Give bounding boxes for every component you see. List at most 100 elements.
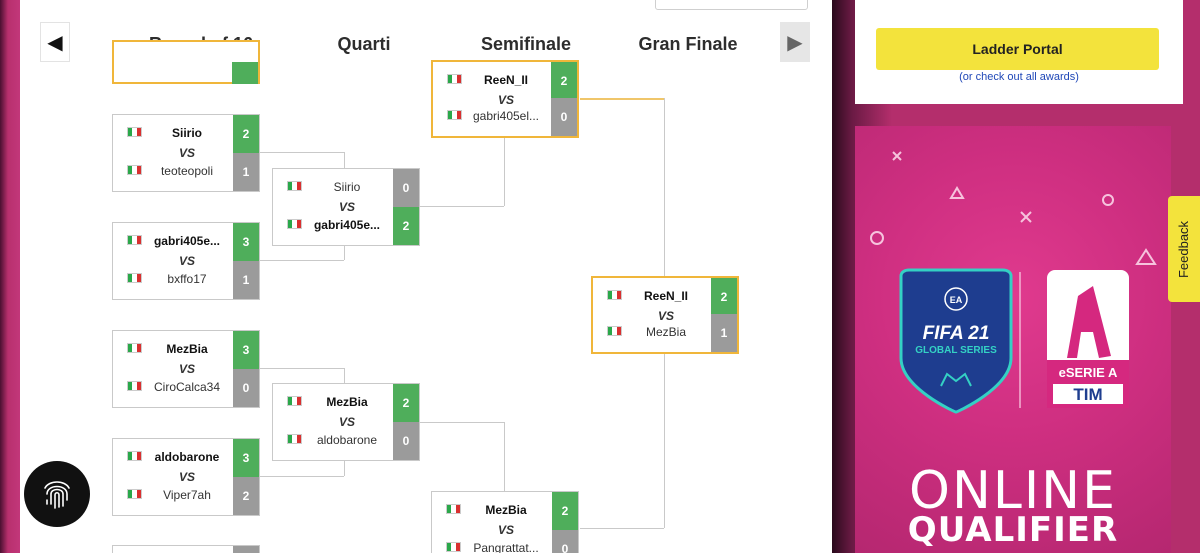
player-name: CiroCalca34 — [153, 380, 221, 394]
bracket-panel: ◀ Round of 16 Quarti Semifinale Gran Fin… — [20, 0, 832, 553]
round-title-quarti: Quarti — [337, 34, 391, 54]
score-badge: 2 — [233, 115, 259, 153]
bracket-line — [580, 528, 664, 529]
score-badge: 3 — [233, 331, 259, 369]
ad-banner[interactable]: EA FIFA 21 GLOBAL SERIES eSERIE A TIM ON… — [855, 126, 1171, 553]
player-name: MezBia — [645, 325, 686, 339]
player-name: Siirio — [333, 180, 361, 194]
round-title-gran-finale: Gran Finale — [638, 34, 738, 54]
circle-icon — [870, 231, 884, 245]
player-name: MezBia — [485, 503, 527, 517]
player-name: bxffo17 — [167, 272, 207, 286]
score-badge: 3 — [233, 439, 259, 477]
triangle-icon — [949, 186, 965, 199]
round-title-semifinale: Semifinale — [480, 34, 572, 54]
score-badge: 0 — [233, 369, 259, 407]
feedback-tab[interactable]: Feedback — [1168, 196, 1200, 302]
bracket-line — [420, 206, 504, 207]
svg-text:GLOBAL SERIES: GLOBAL SERIES — [915, 345, 997, 356]
italy-flag-icon — [446, 542, 461, 552]
italy-flag-icon — [287, 434, 302, 444]
ladder-portal-button[interactable]: Ladder Portal — [876, 28, 1159, 70]
match-card[interactable]: aldobarone 3 VS Viper7ah 2 — [112, 438, 260, 516]
match-card[interactable]: Siirio 2 VS teoteopoli 1 — [112, 114, 260, 192]
player-name: gabri405el... — [472, 109, 540, 123]
score-badge: 2 — [233, 477, 259, 515]
italy-flag-icon — [127, 235, 142, 245]
match-card[interactable]: gabri405e... 3 VS bxffo17 1 — [112, 222, 260, 300]
match-card[interactable]: MezBia 2 VS Pangrattat... 0 — [431, 491, 579, 553]
score-badge: 0 — [393, 422, 419, 460]
score-badge: 0 — [552, 530, 578, 553]
ladder-card: Ladder Portal (or check out all awards) — [855, 0, 1183, 104]
score-badge: 2 — [711, 278, 737, 316]
italy-flag-icon — [127, 489, 142, 499]
italy-flag-icon — [287, 396, 302, 406]
feedback-label: Feedback — [1176, 220, 1192, 278]
player-name: ReeN_II — [643, 289, 689, 303]
italy-flag-icon — [127, 165, 142, 175]
score-badge: 2 — [393, 384, 419, 422]
next-round-button[interactable]: ▶ — [780, 22, 810, 62]
match-card[interactable]: Siirio 0 VS gabri405e... 2 — [272, 168, 420, 246]
bracket-line — [260, 152, 344, 153]
caret-right-icon: ▶ — [787, 31, 803, 54]
bracket-line — [504, 138, 505, 206]
match-card-final[interactable]: ReeN_II 2 VS MezBia 1 — [591, 276, 739, 354]
ad-subheadline: QUALIFIER — [907, 510, 1119, 550]
player-row: CiroCalca34 0 — [113, 369, 259, 407]
match-card[interactable]: ReeN_II 2 VS gabri405el... 0 — [431, 60, 579, 138]
player-name: Pangrattat... — [473, 541, 539, 553]
player-name: gabri405e... — [153, 234, 221, 248]
match-card[interactable]: MezBia 2 VS aldobarone 0 — [272, 383, 420, 461]
search-input[interactable] — [655, 0, 808, 10]
fifa-global-series-logo: EA FIFA 21 GLOBAL SERIES — [899, 268, 1013, 414]
bracket-line — [260, 368, 344, 369]
italy-flag-icon — [127, 273, 142, 283]
player-row: teoteopoli 1 — [113, 153, 259, 191]
awards-link[interactable]: (or check out all awards) — [855, 71, 1183, 83]
cross-icon — [1020, 211, 1032, 223]
score-badge: 1 — [233, 261, 259, 299]
score-badge: 0 — [551, 98, 577, 136]
fingerprint-icon — [44, 481, 70, 509]
prev-round-button[interactable]: ◀ — [40, 22, 70, 62]
player-row: gabri405e... 2 — [273, 207, 419, 245]
score-badge: 0 — [393, 169, 419, 207]
bracket-line — [420, 422, 504, 423]
italy-flag-icon — [446, 504, 461, 514]
cross-icon — [892, 151, 902, 161]
score-badge: 2 — [551, 62, 577, 100]
svg-text:EA: EA — [950, 295, 963, 305]
player-name: Siirio — [171, 126, 202, 140]
italy-flag-icon — [127, 451, 142, 461]
match-card-partial[interactable] — [112, 545, 260, 553]
player-name: gabri405e... — [313, 218, 381, 232]
score-badge: 2 — [552, 492, 578, 530]
player-row: bxffo17 1 — [113, 261, 259, 299]
player-row: Pangrattat... 0 — [432, 530, 578, 553]
triangle-icon — [1135, 248, 1157, 265]
bracket-line — [504, 422, 505, 492]
svg-text:eSERIE A: eSERIE A — [1059, 365, 1118, 380]
italy-flag-icon — [127, 127, 142, 137]
bracket-line-winner — [580, 98, 664, 100]
score-badge: 1 — [711, 314, 737, 352]
match-card-partial[interactable] — [112, 40, 260, 84]
italy-flag-icon — [127, 343, 142, 353]
ad-graphic: EA FIFA 21 GLOBAL SERIES eSERIE A TIM — [870, 151, 1157, 414]
italy-flag-icon — [447, 74, 462, 84]
circle-icon — [1102, 194, 1114, 206]
eserie-a-logo: eSERIE A TIM — [1047, 270, 1129, 408]
player-name: aldobarone — [316, 433, 378, 447]
italy-flag-icon — [287, 219, 302, 229]
player-name: Viper7ah — [163, 488, 211, 502]
fingerprint-button[interactable] — [24, 461, 90, 527]
player-row: gabri405el... 0 — [433, 98, 577, 136]
score-badge: 3 — [233, 223, 259, 261]
svg-text:TIM: TIM — [1073, 385, 1102, 404]
bracket-line — [260, 476, 344, 477]
player-row: Viper7ah 2 — [113, 477, 259, 515]
match-card[interactable]: MezBia 3 VS CiroCalca34 0 — [112, 330, 260, 408]
caret-left-icon: ◀ — [47, 31, 63, 54]
